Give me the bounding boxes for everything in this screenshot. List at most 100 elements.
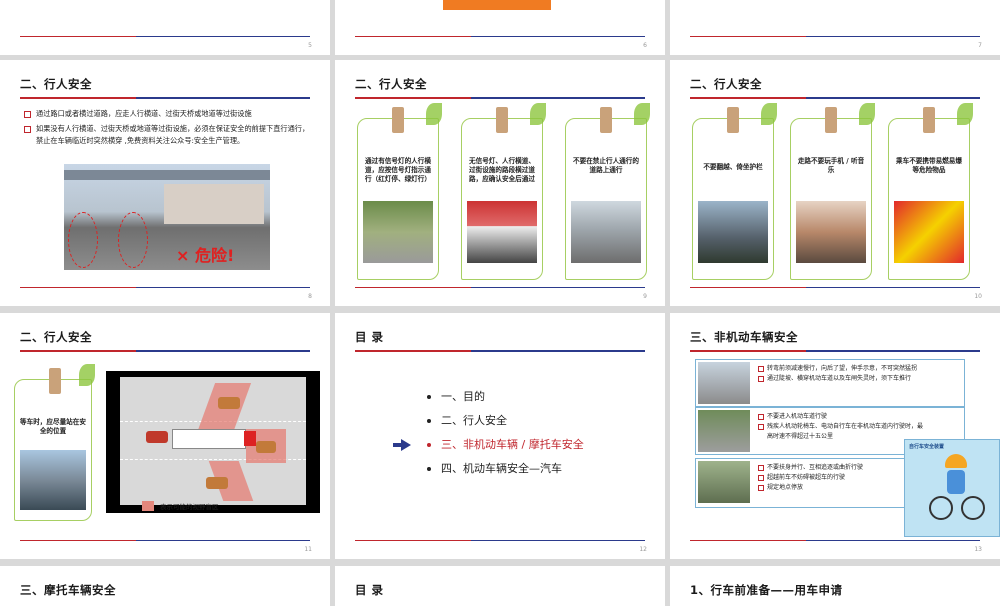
car (256, 441, 276, 453)
helmet-icon (945, 454, 967, 468)
slide-15[interactable]: 目 录 (335, 566, 665, 606)
truck-cab (244, 431, 256, 446)
rule-item: 残疾人机动轮椅车、电动自行车在非机动车道内行驶时，最高时速不得超过十五公里 (758, 422, 928, 442)
slide-10[interactable]: 二、行人安全 不要翻越、倚坐护栏 走路不要玩手机 / 听音乐 乘车不要携带易燃易… (670, 60, 1000, 306)
slide-16[interactable]: 1、行车前准备——用车申请 (670, 566, 1000, 606)
road-photo (571, 201, 641, 263)
bike-safety-poster: 自行车安全装置 (904, 439, 1000, 537)
slide-12[interactable]: 目 录 一、目的 二、行人安全 三、非机动车辆 / 摩托车安全 四、机动车辆安全… (335, 313, 665, 559)
slide-title: 目 录 (355, 583, 384, 597)
street-photo (363, 201, 433, 263)
slide-title: 二、行人安全 (690, 77, 762, 91)
header-rule (20, 97, 310, 99)
toc-item[interactable]: 四、机动车辆安全—汽车 (427, 457, 584, 481)
rule-item: 通过陡坡、横穿机动车道以及车闸失灵时，须下车推行 (758, 374, 917, 384)
rule-item: 转弯前须减速慢行，向后了望，伸手示意，不可突然猛拐 (758, 364, 917, 374)
tag-icon (392, 107, 404, 133)
card-text: 等车时，应尽量站在安全的位置 (20, 418, 86, 435)
toc-item[interactable]: 二、行人安全 (427, 409, 584, 433)
rule-item: 不要进入机动车道行驶 (758, 412, 928, 422)
leaf-icon (957, 103, 973, 125)
tip-card: 不要翻越、倚坐护栏 (692, 103, 777, 280)
tag-icon (49, 368, 61, 394)
page-number: 7 (978, 42, 982, 49)
footer-rule (20, 287, 310, 288)
slide-title: 二、行人安全 (20, 330, 92, 344)
slide-8[interactable]: 二、行人安全 通过路口或者横过道路，应走人行横道、过街天桥或地道等过街设施 如果… (0, 60, 330, 306)
footer-rule (690, 540, 980, 541)
overpass (64, 170, 270, 180)
leaf-icon (530, 103, 546, 125)
toc-list: 一、目的 二、行人安全 三、非机动车辆 / 摩托车安全 四、机动车辆安全—汽车 (393, 385, 584, 481)
footer-rule (20, 36, 310, 37)
page-number: 10 (974, 293, 982, 300)
leaf-icon (79, 364, 95, 386)
page-number: 8 (308, 293, 312, 300)
rider-body (947, 470, 965, 494)
footer-rule (355, 540, 645, 541)
crossing-photo: × 危险! (64, 164, 270, 270)
pedestrian-circle (68, 212, 98, 268)
phone-photo (796, 201, 866, 263)
pedestrian-circle (118, 212, 148, 268)
slide-14[interactable]: 三、摩托车辆安全 (0, 566, 330, 606)
page-number: 5 (308, 42, 312, 49)
blind-spot-diagram (106, 371, 320, 513)
bullet-list: 通过路口或者横过道路，应走人行横道、过街天桥或地道等过街设施 如果没有人行横道、… (24, 108, 314, 150)
cyclist-photo (698, 461, 750, 503)
bike-wheel-icon (929, 496, 953, 520)
slide-title: 三、非机动车辆安全 (690, 330, 798, 344)
cyclist-photo (698, 410, 750, 452)
slide-13[interactable]: 三、非机动车辆安全 转弯前须减速慢行，向后了望，伸手示意，不可突然猛拐 通过陡坡… (670, 313, 1000, 559)
rule-text: 转弯前须减速慢行，向后了望，伸手示意，不可突然猛拐 通过陡坡、横穿机动车道以及车… (758, 364, 917, 384)
orange-banner (443, 0, 551, 10)
car (218, 397, 240, 409)
footer-rule (355, 287, 645, 288)
slide-title: 目 录 (355, 330, 384, 344)
tag-icon (600, 107, 612, 133)
card-text: 乘车不要携带易燃易爆等危险物品 (896, 157, 962, 174)
slide-5[interactable]: 5 (0, 0, 330, 55)
toc-item-active[interactable]: 三、非机动车辆 / 摩托车安全 (393, 433, 584, 457)
tip-card: 等车时，应尽量站在安全的位置 (14, 364, 95, 521)
slide-title: 1、行车前准备——用车申请 (690, 583, 843, 597)
card-text: 走路不要玩手机 / 听音乐 (797, 157, 865, 174)
slide-6[interactable]: 6 (335, 0, 665, 55)
tip-card: 不要在禁止行人通行的道路上通行 (565, 103, 650, 280)
tag-icon (825, 107, 837, 133)
page-number: 11 (304, 546, 312, 553)
card-text: 通过有信号灯的人行横道，应按信号灯指示通行（红灯停、绿灯行） (365, 157, 431, 183)
tip-card: 走路不要玩手机 / 听音乐 (790, 103, 875, 280)
header-rule (690, 97, 980, 99)
header-rule (690, 350, 980, 352)
footer-rule (690, 287, 980, 288)
car (146, 431, 168, 443)
bus-stop-photo (20, 450, 86, 510)
bike-wheel-icon (961, 496, 985, 520)
page-number: 13 (974, 546, 982, 553)
toc-item[interactable]: 一、目的 (427, 385, 584, 409)
bullet-item: 通过路口或者横过道路，应走人行横道、过街天桥或地道等过街设施 (24, 108, 314, 120)
legend-label: 表示可能的视野盲区 (160, 503, 219, 511)
card-text: 不要翻越、倚坐护栏 (703, 163, 763, 171)
footer-rule (20, 540, 310, 541)
leaf-icon (634, 103, 650, 125)
tip-card: 无信号灯、人行横道、过街设施的路段横过道路，应确认安全后通过 (461, 103, 546, 280)
bullet-item: 如果没有人行横道、过街天桥或地道等过街设施，必须在保证安全的前提下直行通行，禁止… (24, 123, 314, 147)
slide-7[interactable]: 7 (670, 0, 1000, 55)
header-rule (355, 350, 645, 352)
toc-item-label: 三、非机动车辆 / 摩托车安全 (441, 438, 584, 451)
leaf-icon (761, 103, 777, 125)
leaf-icon (426, 103, 442, 125)
slide-9[interactable]: 二、行人安全 通过有信号灯的人行横道，应按信号灯指示通行（红灯停、绿灯行） 无信… (335, 60, 665, 306)
people-photo (467, 201, 537, 263)
header-rule (20, 350, 310, 352)
tip-card: 乘车不要携带易燃易爆等危险物品 (888, 103, 973, 280)
slide-title: 二、行人安全 (355, 77, 427, 91)
arrow-right-icon (393, 439, 411, 451)
rule-text: 不要扶身并行、互相追逐或曲折行驶 超越前车不妨碍被超车的行驶 规定地点停放 (758, 463, 863, 493)
tag-icon (727, 107, 739, 133)
tip-card: 通过有信号灯的人行横道，应按信号灯指示通行（红灯停、绿灯行） (357, 103, 442, 280)
car (206, 477, 228, 489)
slide-11[interactable]: 二、行人安全 等车时，应尽量站在安全的位置 表示可能的视野盲区 11 (0, 313, 330, 559)
